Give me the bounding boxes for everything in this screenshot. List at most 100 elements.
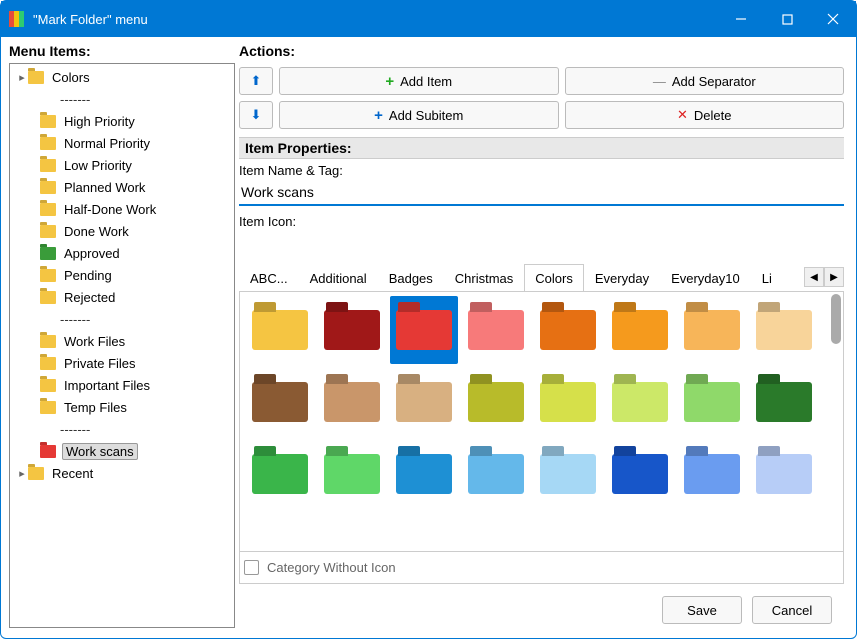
expand-toggle[interactable]: ▸ xyxy=(16,71,28,84)
tab[interactable]: Badges xyxy=(378,264,444,291)
tab-scroll-right[interactable]: ▶ xyxy=(824,267,844,287)
delete-button[interactable]: ✕Delete xyxy=(565,101,845,129)
folder-icon-option[interactable] xyxy=(678,440,746,508)
expand-toggle[interactable]: ▸ xyxy=(16,467,28,480)
titlebar: "Mark Folder" menu xyxy=(1,1,856,37)
folder-icon-option[interactable] xyxy=(750,296,818,364)
tab[interactable]: Everyday10 xyxy=(660,264,751,291)
icon-grid[interactable] xyxy=(246,296,837,508)
folder-icon xyxy=(252,310,308,350)
menu-items-tree[interactable]: ▸ Colors ------- High Priority Normal Priori… xyxy=(9,63,235,628)
tree-item-label: Private Files xyxy=(62,356,138,371)
icon-grid-scrollbar[interactable] xyxy=(831,294,841,344)
folder-icon-option[interactable] xyxy=(534,296,602,364)
folder-icon-option[interactable] xyxy=(462,368,530,436)
window-title: "Mark Folder" menu xyxy=(33,12,718,27)
tree-item[interactable]: High Priority xyxy=(10,110,234,132)
folder-icon xyxy=(40,357,56,370)
folder-icon xyxy=(40,225,56,238)
item-name-tag-label: Item Name & Tag: xyxy=(239,163,844,178)
folder-icon-option[interactable] xyxy=(318,440,386,508)
folder-icon-option[interactable] xyxy=(606,368,674,436)
tree-item[interactable]: Normal Priority xyxy=(10,132,234,154)
category-without-icon-checkbox[interactable] xyxy=(244,560,259,575)
tree-item[interactable]: Done Work xyxy=(10,220,234,242)
tab[interactable]: Everyday xyxy=(584,264,660,291)
folder-icon-option[interactable] xyxy=(390,440,458,508)
maximize-button[interactable] xyxy=(764,1,810,37)
folder-icon-option[interactable] xyxy=(318,368,386,436)
category-without-icon-label: Category Without Icon xyxy=(267,560,396,575)
app-icon xyxy=(9,11,25,27)
tree-item[interactable]: Important Files xyxy=(10,374,234,396)
folder-icon-option[interactable] xyxy=(606,296,674,364)
folder-icon xyxy=(40,159,56,172)
close-button[interactable] xyxy=(810,1,856,37)
tree-item[interactable]: Work scans xyxy=(10,440,234,462)
folder-icon xyxy=(40,401,56,414)
tree-item[interactable]: Private Files xyxy=(10,352,234,374)
folder-icon-option[interactable] xyxy=(246,368,314,436)
add-item-button[interactable]: +Add Item xyxy=(279,67,559,95)
folder-icon-option[interactable] xyxy=(462,440,530,508)
tree-item[interactable]: Work Files xyxy=(10,330,234,352)
folder-icon-option[interactable] xyxy=(390,296,458,364)
add-separator-button[interactable]: —Add Separator xyxy=(565,67,845,95)
folder-icon-option[interactable] xyxy=(678,296,746,364)
tree-item-label: Recent xyxy=(50,466,95,481)
item-name-input[interactable] xyxy=(239,180,844,206)
tab[interactable]: Li xyxy=(751,264,783,291)
folder-icon xyxy=(40,445,56,458)
tree-item-label: Approved xyxy=(62,246,122,261)
tree-item[interactable]: Approved xyxy=(10,242,234,264)
tree-item-label: Work scans xyxy=(62,443,138,460)
cancel-button[interactable]: Cancel xyxy=(752,596,832,624)
folder-icon xyxy=(468,454,524,494)
tree-separator[interactable]: ------- xyxy=(10,308,234,330)
folder-icon-option[interactable] xyxy=(750,368,818,436)
folder-icon-option[interactable] xyxy=(318,296,386,364)
tree-separator[interactable]: ------- xyxy=(10,88,234,110)
folder-icon-option[interactable] xyxy=(534,368,602,436)
tab-scroll-left[interactable]: ◀ xyxy=(804,267,824,287)
tab[interactable]: Additional xyxy=(299,264,378,291)
folder-icon-option[interactable] xyxy=(534,440,602,508)
tab[interactable]: Christmas xyxy=(444,264,525,291)
tree-item-label: Normal Priority xyxy=(62,136,152,151)
folder-icon xyxy=(756,382,812,422)
folder-icon-option[interactable] xyxy=(390,368,458,436)
tree-item[interactable]: ▸ Recent xyxy=(10,462,234,484)
tree-separator[interactable]: ------- xyxy=(10,418,234,440)
tree-item[interactable]: Half-Done Work xyxy=(10,198,234,220)
tree-item[interactable]: Pending xyxy=(10,264,234,286)
tab[interactable]: ABC... xyxy=(239,264,299,291)
folder-icon-option[interactable] xyxy=(246,440,314,508)
icon-category-tabs[interactable]: ABC...AdditionalBadgesChristmasColorsEve… xyxy=(239,263,804,291)
tab[interactable]: Colors xyxy=(524,264,584,291)
folder-icon xyxy=(684,310,740,350)
tree-item-label: Colors xyxy=(50,70,92,85)
tree-item-label: Half-Done Work xyxy=(62,202,158,217)
move-down-button[interactable]: ⬇ xyxy=(239,101,273,129)
tree-item-label: Important Files xyxy=(62,378,152,393)
folder-icon-option[interactable] xyxy=(678,368,746,436)
folder-icon xyxy=(540,310,596,350)
folder-icon-option[interactable] xyxy=(246,296,314,364)
tree-item[interactable]: Rejected xyxy=(10,286,234,308)
folder-icon xyxy=(40,335,56,348)
tree-item[interactable]: Low Priority xyxy=(10,154,234,176)
tree-item-label: High Priority xyxy=(62,114,137,129)
save-button[interactable]: Save xyxy=(662,596,742,624)
tree-item[interactable]: Temp Files xyxy=(10,396,234,418)
tree-item[interactable]: ▸ Colors xyxy=(10,66,234,88)
folder-icon-option[interactable] xyxy=(750,440,818,508)
minimize-button[interactable] xyxy=(718,1,764,37)
tree-item[interactable]: Planned Work xyxy=(10,176,234,198)
tree-item-label: Pending xyxy=(62,268,114,283)
folder-icon-option[interactable] xyxy=(606,440,674,508)
add-subitem-button[interactable]: +Add Subitem xyxy=(279,101,559,129)
folder-icon xyxy=(612,310,668,350)
move-up-button[interactable]: ⬆ xyxy=(239,67,273,95)
folder-icon-option[interactable] xyxy=(462,296,530,364)
item-icon-label: Item Icon: xyxy=(239,214,844,229)
